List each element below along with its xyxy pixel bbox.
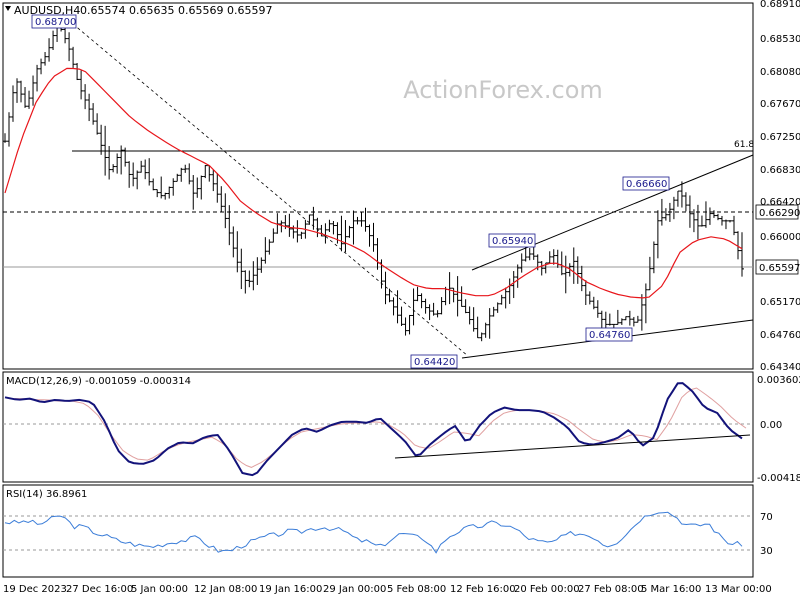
annotation-text: 0.68700: [35, 17, 76, 28]
price-tick-label: 0.64760: [760, 330, 800, 341]
time-tick-label: 27 Dec 16:00: [66, 584, 133, 595]
macd-tick-label: 0.003602: [757, 375, 800, 386]
rsi-label: RSI(14) 36.8961: [6, 489, 87, 500]
price-tick-label: 0.66000: [760, 232, 800, 243]
time-tick-label: 29 Jan 00:00: [323, 584, 386, 595]
fib-level-label: 61.8: [734, 140, 754, 150]
rsi-tick-label: 70: [760, 512, 773, 523]
time-tick-label: 5 Feb 08:00: [387, 584, 446, 595]
price-tag-current: 0.65597: [755, 259, 800, 275]
price-tick-label: 0.68530: [760, 34, 800, 45]
annotation-text: 0.66660: [626, 179, 667, 190]
price-tick-label: 0.67250: [760, 132, 800, 143]
price-tag-text: 0.66290: [759, 208, 800, 219]
annotation-0.68700: 0.68700: [31, 14, 77, 29]
time-tick-label: 12 Jan 08:00: [194, 584, 257, 595]
time-tick-label: 5 Mar 16:00: [641, 584, 701, 595]
ohlc-label: 0.65574 0.65635 0.65569 0.65597: [80, 4, 272, 17]
price-tag-text: 0.65597: [759, 263, 800, 274]
price-tick-label: 0.68080: [760, 67, 800, 78]
price-tick-label: 0.65170: [760, 297, 800, 308]
macd-tick-label: -0.004188: [757, 473, 800, 484]
time-tick-label: 19 Dec 2023: [3, 584, 67, 595]
chart-background: [0, 0, 800, 600]
time-tick-label: 19 Jan 16:00: [259, 584, 322, 595]
time-tick-label: 12 Feb 16:00: [450, 584, 516, 595]
annotation-0.64760: 0.64760: [585, 327, 633, 342]
price-tick-label: 0.68910: [760, 0, 800, 10]
watermark: ActionForex.com: [403, 76, 603, 104]
time-axis: 19 Dec 2023 27 Dec 16:00 5 Jan 00:00 12 …: [3, 584, 772, 595]
price-tick-label: 0.67670: [760, 99, 800, 110]
annotation-0.64420: 0.64420: [410, 354, 458, 369]
macd-tick-label: 0.00: [760, 420, 782, 431]
forex-chart: ActionForex.com AUDUSD,H4 0.65574 0.6563…: [0, 0, 800, 600]
rsi-tick-label: 30: [760, 546, 773, 557]
annotation-0.66660: 0.66660: [622, 176, 670, 191]
annotation-text: 0.65940: [492, 236, 533, 247]
macd-label: MACD(12,26,9) -0.001059 -0.000314: [6, 376, 191, 387]
price-tick-label: 0.66830: [760, 165, 800, 176]
annotation-0.65940: 0.65940: [488, 233, 536, 248]
time-tick-label: 27 Feb 08:00: [578, 584, 644, 595]
time-tick-label: 13 Mar 00:00: [705, 584, 772, 595]
annotation-text: 0.64420: [414, 357, 455, 368]
time-tick-label: 20 Feb 00:00: [514, 584, 580, 595]
annotation-text: 0.64760: [589, 330, 630, 341]
time-tick-label: 5 Jan 00:00: [131, 584, 188, 595]
price-tag-resistance: 0.66290: [755, 204, 800, 220]
price-tick-label: 0.64340: [760, 362, 800, 373]
